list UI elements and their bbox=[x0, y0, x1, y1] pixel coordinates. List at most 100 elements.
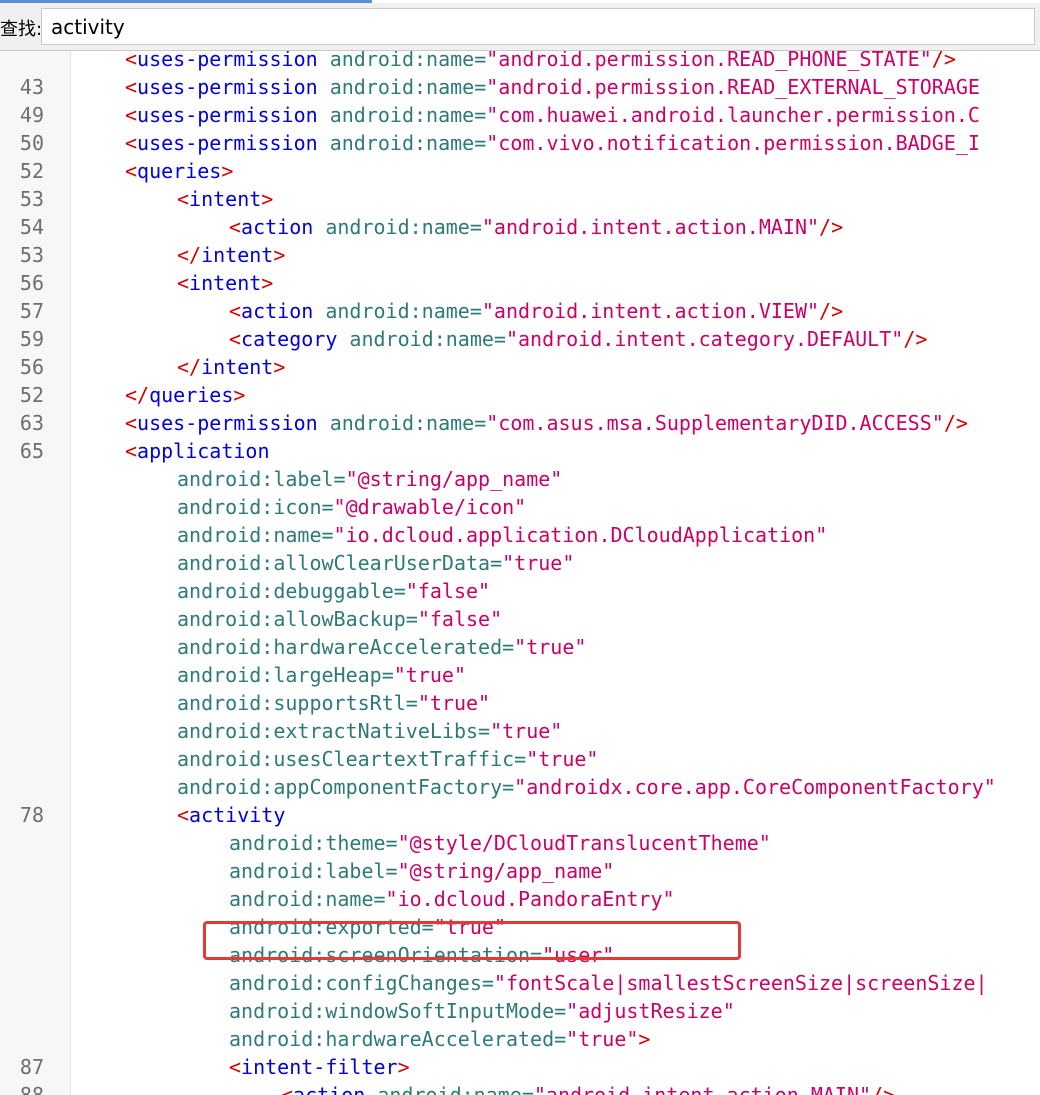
code-token: "false" bbox=[417, 607, 503, 631]
code-text: <uses-permission android:name="com.asus.… bbox=[125, 409, 968, 437]
line-number: 56 bbox=[19, 271, 44, 295]
code-text: <uses-permission android:name="android.p… bbox=[125, 51, 956, 73]
code-token: queries bbox=[149, 383, 234, 407]
code-token: android:supportsRtl= bbox=[177, 691, 418, 715]
line-number: 54 bbox=[19, 215, 44, 239]
code-token: android:hardwareAccelerated= bbox=[229, 1027, 567, 1051]
code-token: android:allowBackup= bbox=[177, 607, 418, 631]
code-token: "android.intent.action.VIEW" bbox=[481, 299, 820, 323]
line-number: 43 bbox=[19, 75, 44, 99]
code-editor[interactable]: <uses-permission android:name="android.p… bbox=[0, 51, 1040, 1095]
code-token: "androidx.core.app.CoreComponentFactory" bbox=[514, 775, 996, 799]
code-token: android:name= bbox=[365, 1083, 534, 1095]
code-line: 57 <action android:name="android.intent.a… bbox=[0, 297, 1040, 325]
code-text: </intent> bbox=[177, 353, 285, 381]
code-text: android:windowSoftInputMode="adjustResiz… bbox=[229, 997, 735, 1025]
code-text: android:allowClearUserData="true" bbox=[177, 549, 574, 577]
code-text: android:hardwareAccelerated="true" bbox=[177, 633, 586, 661]
code-token: intent bbox=[189, 187, 262, 211]
code-line: android:usesCleartextTraffic="true" bbox=[0, 745, 1040, 773]
code-text: android:largeHeap="true" bbox=[177, 661, 466, 689]
code-line: android:windowSoftInputMode="adjustResiz… bbox=[0, 997, 1040, 1025]
code-token: android:name= bbox=[313, 215, 482, 239]
code-line: 65 <application bbox=[0, 437, 1040, 465]
code-token: activity bbox=[189, 803, 286, 827]
code-token: android:allowClearUserData= bbox=[177, 551, 503, 575]
code-token: android:windowSoftInputMode= bbox=[229, 999, 567, 1023]
code-token: queries bbox=[137, 159, 222, 183]
line-number: 49 bbox=[19, 103, 44, 127]
code-text: <application bbox=[125, 437, 270, 465]
code-line: android:theme="@style/DCloudTranslucentT… bbox=[0, 829, 1040, 857]
line-number: 87 bbox=[19, 1055, 44, 1079]
code-token: "true" bbox=[393, 663, 466, 687]
code-line: android:configChanges="fontScale|smalles… bbox=[0, 969, 1040, 997]
code-token: "android.permission.READ_EXTERNAL_STORAG… bbox=[486, 75, 980, 99]
code-line: 49 <uses-permission android:name="com.hua… bbox=[0, 101, 1040, 129]
code-token: < bbox=[177, 803, 190, 827]
code-text: </queries> bbox=[125, 381, 245, 409]
code-token: "com.asus.msa.SupplementaryDID.ACCESS" bbox=[486, 411, 944, 435]
code-text: <action android:name="android.intent.act… bbox=[229, 297, 843, 325]
code-token: "true" bbox=[526, 747, 599, 771]
code-token: uses-permission bbox=[137, 51, 318, 71]
code-token: "@style/DCloudTranslucentTheme" bbox=[397, 831, 771, 855]
code-token: intent-filter bbox=[241, 1055, 398, 1079]
code-token: android:icon= bbox=[177, 495, 334, 519]
code-line: android:name="io.dcloud.application.DClo… bbox=[0, 521, 1040, 549]
line-number: 57 bbox=[19, 299, 44, 323]
code-text: android:supportsRtl="true" bbox=[177, 689, 490, 717]
find-label: 查找: bbox=[0, 19, 43, 40]
line-number: 78 bbox=[19, 803, 44, 827]
code-token: "true" bbox=[514, 635, 587, 659]
code-token: /> bbox=[819, 299, 844, 323]
code-token: android:appComponentFactory= bbox=[177, 775, 515, 799]
code-text: <category android:name="android.intent.c… bbox=[229, 325, 927, 353]
code-token: intent bbox=[201, 355, 274, 379]
line-number: 50 bbox=[19, 131, 44, 155]
code-token: > bbox=[638, 1027, 651, 1051]
code-line: android:name="io.dcloud.PandoraEntry" bbox=[0, 885, 1040, 913]
code-token: android:label= bbox=[229, 859, 398, 883]
code-text: <queries> bbox=[125, 157, 233, 185]
code-token: category bbox=[241, 327, 338, 351]
code-token: intent bbox=[189, 271, 262, 295]
code-token: "@drawable/icon" bbox=[333, 495, 527, 519]
code-token: < bbox=[177, 187, 190, 211]
code-line: <uses-permission android:name="android.p… bbox=[0, 51, 1040, 73]
code-token: < bbox=[229, 215, 242, 239]
code-token: uses-permission bbox=[137, 411, 318, 435]
code-token: android:name= bbox=[337, 327, 506, 351]
line-number: 88 bbox=[19, 1083, 44, 1095]
line-number: 63 bbox=[19, 411, 44, 435]
code-line: 53 </intent> bbox=[0, 241, 1040, 269]
code-token: /> bbox=[931, 51, 956, 71]
line-number: 52 bbox=[19, 383, 44, 407]
code-token: android:debuggable= bbox=[177, 579, 406, 603]
code-line: 43 <uses-permission android:name="android… bbox=[0, 73, 1040, 101]
code-token: > bbox=[261, 187, 274, 211]
find-input[interactable] bbox=[41, 8, 1035, 45]
code-token: uses-permission bbox=[137, 103, 318, 127]
code-text: android:theme="@style/DCloudTranslucentT… bbox=[229, 829, 771, 857]
code-text: <activity bbox=[177, 801, 285, 829]
code-token: android:label= bbox=[177, 467, 346, 491]
code-token: android:name= bbox=[317, 103, 487, 127]
code-token: "false" bbox=[405, 579, 491, 603]
code-line: android:largeHeap="true" bbox=[0, 661, 1040, 689]
code-token: android:theme= bbox=[229, 831, 398, 855]
code-token: </ bbox=[125, 383, 150, 407]
code-line: 50 <uses-permission android:name="com.viv… bbox=[0, 129, 1040, 157]
code-token: /> bbox=[903, 327, 928, 351]
code-line: 52 <queries> bbox=[0, 157, 1040, 185]
code-token: "adjustResize" bbox=[566, 999, 735, 1023]
code-token: < bbox=[125, 51, 138, 71]
code-text: android:name="io.dcloud.PandoraEntry" bbox=[229, 885, 675, 913]
code-token: > bbox=[221, 159, 234, 183]
code-token: > bbox=[261, 271, 274, 295]
code-line: 54 <action android:name="android.intent.a… bbox=[0, 213, 1040, 241]
code-text: </intent> bbox=[177, 241, 285, 269]
code-token: "io.dcloud.PandoraEntry" bbox=[385, 887, 675, 911]
code-line: android:hardwareAccelerated="true" bbox=[0, 633, 1040, 661]
code-token: action bbox=[241, 299, 314, 323]
